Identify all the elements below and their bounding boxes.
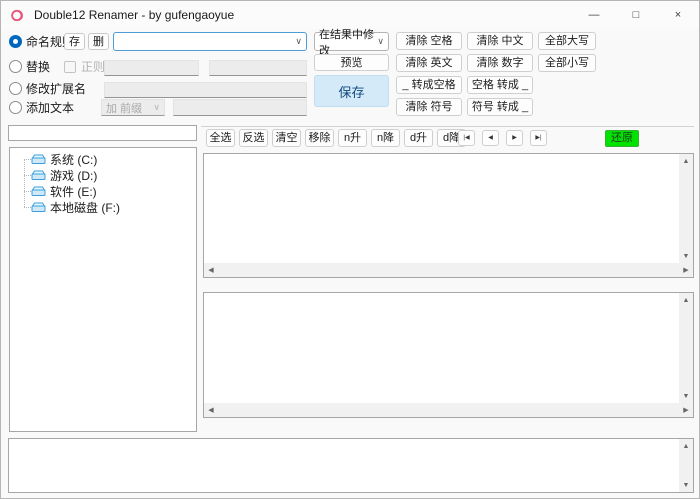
tree-filter-input[interactable] (8, 125, 197, 141)
file-list-preview[interactable]: ▲ ▼ ◀ ▶ (203, 292, 694, 418)
list-toolbar-button[interactable]: 反选 (239, 129, 268, 147)
list-toolbar-button[interactable]: n降 (371, 129, 400, 147)
replace-radio[interactable] (9, 60, 22, 73)
scroll-down-button[interactable]: ▼ (679, 478, 693, 492)
quick-action-button[interactable]: 全部大写 (538, 32, 596, 50)
vertical-scrollbar[interactable]: ▲ ▼ (679, 439, 693, 492)
scroll-down-button[interactable]: ▼ (679, 389, 693, 403)
quick-actions-col2: 清除 中文清除 数字空格 转成 _ 符号 转成 _ (467, 32, 533, 116)
tree-item-drive[interactable]: 系统 (C:) (10, 151, 196, 167)
vertical-scrollbar[interactable]: ▲ ▼ (679, 293, 693, 403)
restore-button[interactable]: 还原 (605, 130, 639, 147)
add-text-field[interactable] (173, 99, 307, 116)
horizontal-scrollbar[interactable]: ◀ ▶ (204, 263, 693, 277)
separator (201, 126, 694, 127)
quick-action-button[interactable]: 清除 中文 (467, 32, 533, 50)
nav-prev-button[interactable]: ◀ (482, 130, 499, 146)
vertical-scrollbar[interactable]: ▲ ▼ (679, 154, 693, 263)
log-output-box[interactable]: ▲ ▼ (8, 438, 694, 493)
drive-label: 软件 (E:) (50, 183, 97, 200)
tree-item-drive[interactable]: 本地磁盘 (F:) (10, 199, 196, 215)
list-toolbar-button[interactable]: 移除 (305, 129, 334, 147)
prefix-dropdown[interactable]: 加 前缀 ∨ (101, 99, 165, 116)
maximize-icon: □ (633, 9, 640, 21)
quick-action-button[interactable]: _ 转成空格 (396, 76, 462, 94)
prefix-dropdown-value: 加 前缀 (106, 100, 142, 116)
folder-tree: 系统 (C:) 游戏 (D:) 软件 (E:) (9, 147, 197, 432)
list-toolbar: 全选反选清空移除n升n降d升d降 (206, 129, 466, 147)
minimize-icon: — (589, 9, 600, 21)
modify-extension-label: 修改扩展名 (26, 82, 86, 96)
quick-action-button[interactable]: 清除 符号 (396, 98, 462, 116)
chevron-down-icon: ∨ (295, 37, 302, 46)
drive-label: 系统 (C:) (50, 151, 97, 168)
naming-rule-radio[interactable] (9, 35, 22, 48)
quick-action-button[interactable]: 全部小写 (538, 54, 596, 72)
window-controls: — □ × (573, 1, 699, 29)
quick-action-button[interactable]: 清除 空格 (396, 32, 462, 50)
maximize-button[interactable]: □ (615, 1, 657, 29)
scroll-up-button[interactable]: ▲ (679, 439, 693, 453)
close-button[interactable]: × (657, 1, 699, 29)
add-text-label: 添加文本 (26, 101, 74, 115)
delete-rule-button[interactable]: 删 (88, 33, 109, 50)
scope-dropdown[interactable]: 在结果中修改 ∨ (314, 32, 389, 51)
nav-buttons: |◀ ◀ ▶ ▶| (458, 130, 547, 146)
store-rule-button[interactable]: 存 (64, 33, 85, 50)
list-toolbar-button[interactable]: 清空 (272, 129, 301, 147)
minimize-button[interactable]: — (573, 1, 615, 29)
regex-label: 正则 (81, 60, 105, 74)
chevron-down-icon: ∨ (153, 103, 160, 112)
drive-icon (31, 202, 46, 213)
add-text-radio[interactable] (9, 101, 22, 114)
scroll-left-button[interactable]: ◀ (204, 263, 218, 277)
app-window: Double12 Renamer - by gufengaoyue — □ × … (0, 0, 700, 499)
quick-action-button[interactable]: 清除 数字 (467, 54, 533, 72)
list-toolbar-button[interactable]: d升 (404, 129, 433, 147)
preview-button[interactable]: 预览 (314, 54, 389, 71)
horizontal-scrollbar[interactable]: ◀ ▶ (204, 403, 693, 417)
drive-label: 游戏 (D:) (50, 167, 97, 184)
extension-field[interactable] (104, 82, 307, 98)
tree-item-drive[interactable]: 软件 (E:) (10, 183, 196, 199)
drive-icon (31, 186, 46, 197)
nav-next-button[interactable]: ▶ (506, 130, 523, 146)
drive-icon (31, 154, 46, 165)
replace-find-field[interactable] (104, 60, 199, 76)
scroll-up-button[interactable]: ▲ (679, 154, 693, 168)
save-button[interactable]: 保存 (314, 75, 389, 107)
quick-action-button[interactable]: 符号 转成 _ (467, 98, 533, 116)
scroll-up-button[interactable]: ▲ (679, 293, 693, 307)
window-title: Double12 Renamer - by gufengaoyue (34, 8, 234, 22)
quick-action-button[interactable]: 清除 英文 (396, 54, 462, 72)
quick-action-button[interactable]: 空格 转成 _ (467, 76, 533, 94)
close-icon: × (675, 9, 681, 21)
modify-extension-radio[interactable] (9, 82, 22, 95)
file-list-original[interactable]: ▲ ▼ ◀ ▶ (203, 153, 694, 278)
quick-actions-col3: 全部大写全部小写 (538, 32, 596, 72)
nav-first-button[interactable]: |◀ (458, 130, 475, 146)
drive-icon (31, 170, 46, 181)
scroll-right-button[interactable]: ▶ (679, 403, 693, 417)
app-icon (11, 8, 26, 23)
scroll-left-button[interactable]: ◀ (204, 403, 218, 417)
chevron-down-icon: ∨ (377, 37, 384, 46)
tree-item-drive[interactable]: 游戏 (D:) (10, 167, 196, 183)
scroll-right-button[interactable]: ▶ (679, 263, 693, 277)
drive-label: 本地磁盘 (F:) (50, 199, 120, 216)
quick-actions-col1: 清除 空格清除 英文 _ 转成空格清除 符号 (396, 32, 462, 116)
replace-label: 替换 (26, 60, 50, 74)
nav-last-button[interactable]: ▶| (530, 130, 547, 146)
scope-dropdown-value: 在结果中修改 (319, 26, 377, 58)
scroll-down-button[interactable]: ▼ (679, 249, 693, 263)
list-toolbar-button[interactable]: 全选 (206, 129, 235, 147)
regex-checkbox[interactable] (64, 61, 76, 73)
list-toolbar-button[interactable]: n升 (338, 129, 367, 147)
replace-with-field[interactable] (209, 60, 307, 76)
rule-combobox[interactable]: ∨ (113, 32, 307, 51)
